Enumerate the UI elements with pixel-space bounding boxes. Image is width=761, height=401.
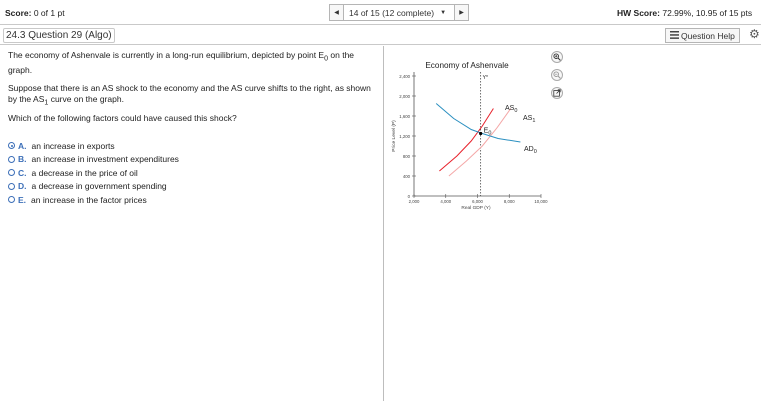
p2-text-b: curve on the graph.: [48, 94, 124, 104]
ad0-label: AD0: [524, 146, 537, 155]
option-d[interactable]: D. a decrease in government spending: [8, 180, 179, 194]
as0-label-sub: 0: [514, 108, 517, 114]
question-paragraph-3: Which of the following factors could hav…: [8, 113, 237, 123]
as1-label-sub: 1: [532, 118, 535, 124]
option-text: a decrease in government spending: [31, 181, 167, 192]
hw-score-value: 72.99%, 10.95 of 15 pts: [662, 8, 753, 18]
y-axis-label: Price Level (P): [391, 120, 397, 152]
ad0-label-sub: 0: [534, 149, 537, 155]
option-e[interactable]: E. an increase in the factor prices: [8, 193, 179, 207]
y-tick-label: 800: [403, 154, 411, 159]
potential-output-label: Y*: [483, 75, 488, 81]
gear-icon[interactable]: ⚙: [749, 27, 760, 41]
answer-options: A. an increase in exports B. an increase i…: [8, 139, 179, 207]
caret-down-icon: ▼: [440, 9, 447, 16]
radio-icon[interactable]: [8, 196, 15, 204]
question-select[interactable]: 14 of 15 (12 complete) ▼: [344, 4, 454, 21]
p1-text-a: The economy of Ashenvale is currently in…: [8, 50, 325, 60]
zoom-out-icon[interactable]: [551, 69, 563, 81]
x-tick-label: 8,000: [504, 199, 515, 204]
chart-title: Economy of Ashenvale: [425, 61, 509, 70]
x-tick-label: 10,000: [534, 199, 548, 204]
ad0-label-main: AD: [524, 146, 534, 153]
x-tick-label: 4,000: [440, 199, 451, 204]
question-help-label: Question Help: [681, 30, 735, 41]
option-a[interactable]: A. an increase in exports: [8, 139, 179, 153]
as0-label-main: AS: [505, 105, 515, 112]
as1-label-main: AS: [523, 115, 533, 122]
x-tick-label: 2,000: [409, 199, 420, 204]
y-tick-label: 1,200: [399, 134, 410, 139]
zoom-in-icon[interactable]: [551, 51, 563, 63]
y-tick-label: 1,600: [399, 114, 410, 119]
score-value: 0 of 1 pt: [33, 8, 65, 18]
x-tick-label: 6,000: [472, 199, 483, 204]
score: Score: 0 of 1 pt: [5, 8, 65, 18]
option-text: an increase in exports: [31, 140, 115, 151]
question-navigator: ◀ 14 of 15 (12 complete) ▼ ▶: [329, 4, 469, 21]
question-paragraph-1: The economy of Ashenvale is currently in…: [8, 50, 380, 76]
next-question-button[interactable]: ▶: [454, 4, 469, 21]
chevron-right-icon: ▶: [459, 10, 464, 16]
prev-question-button[interactable]: ◀: [329, 4, 344, 21]
radio-selected-icon[interactable]: [8, 142, 15, 150]
option-letter: E.: [18, 194, 27, 205]
question-paragraph-2: Suppose that there is an AS shock to the…: [8, 83, 380, 109]
radio-icon[interactable]: [8, 155, 15, 163]
option-letter: B.: [18, 154, 27, 165]
option-text: an increase in the factor prices: [31, 194, 147, 205]
hw-score-label: HW Score:: [617, 8, 660, 18]
option-text: an increase in investment expenditures: [31, 154, 179, 165]
question-help-button[interactable]: Question Help: [665, 28, 740, 43]
radio-icon[interactable]: [8, 169, 15, 177]
chevron-left-icon: ◀: [334, 10, 339, 16]
option-b[interactable]: B. an increase in investment expenditures: [8, 153, 179, 167]
y-tick-label: 2,000: [399, 94, 410, 99]
hw-score: HW Score: 72.99%, 10.95 of 15 pts: [617, 8, 752, 18]
question-bar: 24.3 Question 29 (Algo) Question Help ⚙: [0, 26, 761, 45]
option-c[interactable]: C. a decrease in the price of oil: [8, 166, 179, 180]
question-title: 24.3 Question 29 (Algo): [3, 28, 115, 43]
y-tick-label: 2,400: [399, 74, 410, 79]
radio-icon[interactable]: [8, 182, 15, 190]
question-position: 14 of 15 (12 complete): [349, 7, 435, 18]
list-icon: [670, 30, 679, 41]
option-letter: D.: [18, 181, 27, 192]
as1-curve: [448, 108, 512, 177]
option-letter: C.: [18, 167, 27, 178]
x-axis-label: Real GDP (Y): [461, 205, 491, 211]
equilibrium-label-sub: 0: [488, 131, 491, 137]
graph-tools: [551, 51, 565, 105]
as1-label: AS1: [523, 115, 535, 124]
option-text: a decrease in the price of oil: [31, 167, 138, 178]
external-link-icon[interactable]: [551, 87, 563, 99]
equilibrium-point: [479, 131, 483, 136]
y-tick-label: 400: [403, 174, 411, 179]
economy-graph: Economy of Ashenvale 0 400 800 1,200 1,600 2,0…: [391, 61, 548, 211]
as0-label: AS0: [505, 105, 517, 114]
top-bar: Score: 0 of 1 pt ◀ 14 of 15 (12 complete…: [0, 0, 761, 25]
score-label: Score:: [5, 8, 32, 18]
equilibrium-label: E0: [484, 128, 492, 137]
option-letter: A.: [18, 140, 27, 151]
